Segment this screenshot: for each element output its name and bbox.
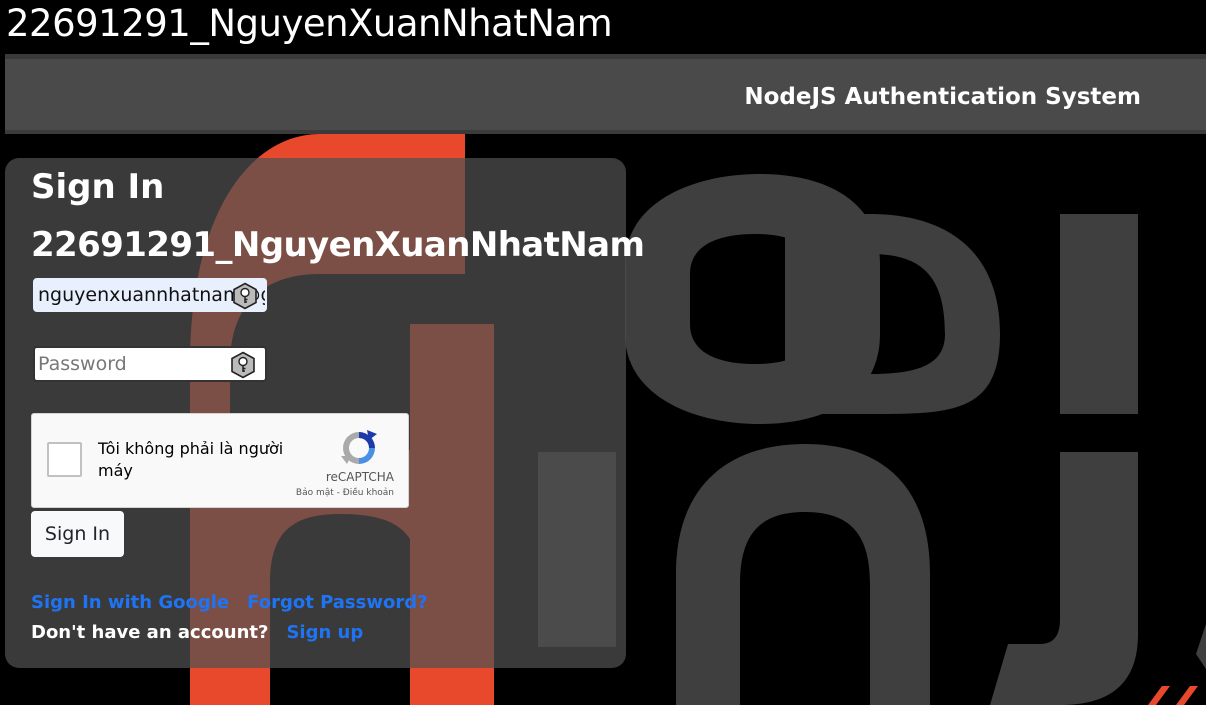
recaptcha-terms-link[interactable]: Điều khoản [343, 488, 394, 498]
window-title: 22691291_NguyenXuanNhatNam [6, 2, 613, 45]
signup-row: Don't have an account? Sign up [31, 622, 363, 643]
recaptcha-brand: reCAPTCHA [325, 470, 394, 484]
orange-slashes [1148, 686, 1198, 705]
recaptcha-label: Tôi không phải là người máy [98, 439, 284, 480]
password-field [33, 346, 267, 382]
google-signin-link[interactable]: Sign In with Google [31, 592, 229, 613]
signin-title: Sign In [31, 167, 165, 207]
gray-a-slash [1196, 624, 1206, 669]
no-account-text: Don't have an account? [31, 622, 269, 643]
recaptcha-logo-icon [341, 430, 377, 464]
signup-link[interactable]: Sign up [286, 622, 363, 643]
signin-button[interactable]: Sign In [31, 511, 124, 557]
signin-subtitle: 22691291_NguyenXuanNhatNam [31, 225, 645, 265]
gray-n-shape [676, 444, 930, 705]
navbar-brand[interactable]: NodeJS Authentication System [744, 84, 1141, 110]
page: 22691291_NguyenXuanNhatNam NodeJS Authen… [0, 0, 1206, 705]
gray-i-shape [1060, 214, 1138, 414]
signin-card: Sign In 22691291_NguyenXuanNhatNam Tôi k… [5, 158, 645, 668]
auth-links-row: Sign In with Google Forgot Password? [31, 592, 428, 613]
email-field [33, 278, 267, 312]
key-icon[interactable] [229, 351, 257, 379]
gray-d-shape [785, 214, 1000, 414]
recaptcha-widget: Tôi không phải là người máy reCAPTCHA Bả… [31, 413, 409, 508]
recaptcha-links: Bảo mật - Điều khoản [296, 488, 394, 498]
forgot-password-link[interactable]: Forgot Password? [247, 592, 427, 613]
key-icon[interactable] [231, 282, 259, 310]
recaptcha-separator: - [333, 488, 343, 498]
navbar: NodeJS Authentication System [5, 54, 1206, 134]
recaptcha-checkbox[interactable] [47, 442, 82, 477]
recaptcha-privacy-link[interactable]: Bảo mật [296, 488, 334, 498]
gray-j-shape [990, 452, 1138, 705]
